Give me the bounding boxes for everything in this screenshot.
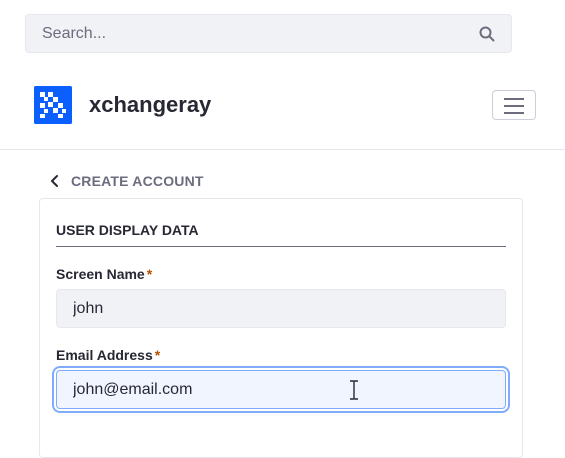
back-link[interactable]: CREATE ACCOUNT (48, 172, 204, 190)
email-address-input[interactable] (57, 371, 505, 408)
menu-toggle-button[interactable] (492, 90, 536, 120)
section-title: USER DISPLAY DATA (56, 222, 199, 238)
search-input[interactable] (26, 15, 511, 52)
email-address-field (56, 370, 506, 409)
logo-icon[interactable] (34, 86, 72, 124)
text-cursor-icon (350, 380, 358, 400)
chevron-left-icon (51, 175, 58, 187)
screen-name-field (56, 289, 506, 328)
screen-name-input[interactable] (57, 290, 505, 327)
header-divider (0, 149, 565, 150)
section-divider (56, 246, 506, 247)
search-icon[interactable] (479, 26, 495, 42)
hamburger-menu-icon (504, 98, 524, 100)
back-link-label: CREATE ACCOUNT (71, 173, 204, 189)
search-bar (25, 14, 512, 53)
email-address-label: Email Address * (56, 347, 161, 363)
screen-name-label: Screen Name * (56, 266, 153, 282)
required-marker: * (154, 347, 161, 363)
required-marker: * (146, 266, 153, 282)
brand-name[interactable]: xchangeray (89, 92, 211, 118)
